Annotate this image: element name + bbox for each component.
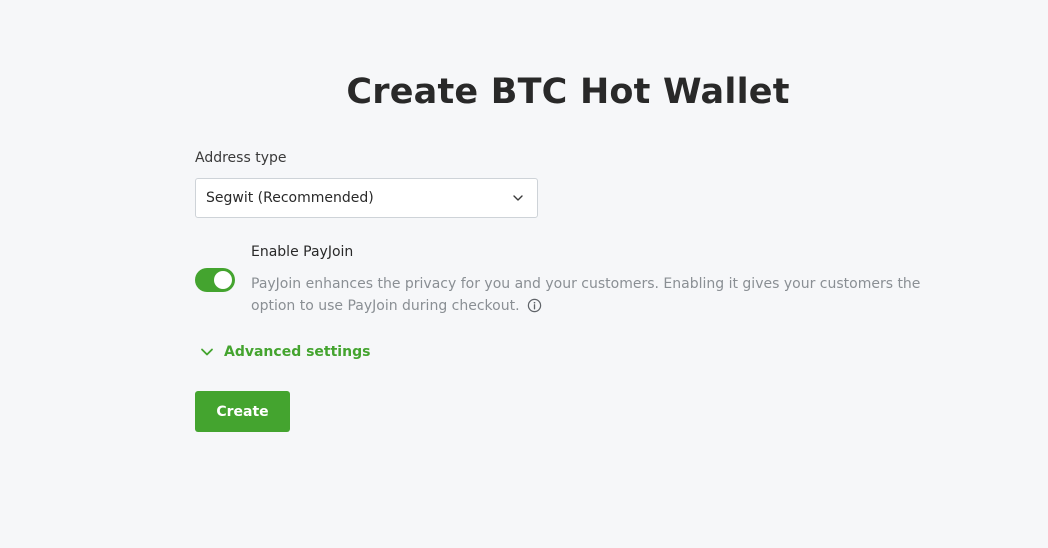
payjoin-label: Enable PayJoin xyxy=(251,244,354,260)
chevron-down-icon xyxy=(201,348,213,356)
payjoin-description-text: PayJoin enhances the privacy for you and… xyxy=(251,276,921,314)
address-type-label: Address type xyxy=(195,150,287,166)
address-type-select[interactable]: Segwit (Recommended) xyxy=(195,178,538,218)
page-title: Create BTC Hot Wallet xyxy=(346,72,790,112)
chevron-down-icon xyxy=(513,195,523,201)
payjoin-description: PayJoin enhances the privacy for you and… xyxy=(251,273,951,317)
create-wallet-page: Create BTC Hot Wallet Address type Segwi… xyxy=(0,0,1048,548)
advanced-settings-toggle[interactable]: Advanced settings xyxy=(200,344,370,360)
info-icon[interactable] xyxy=(527,298,542,313)
payjoin-toggle[interactable] xyxy=(195,268,235,292)
create-button[interactable]: Create xyxy=(195,391,290,432)
toggle-knob xyxy=(214,271,232,289)
advanced-settings-label: Advanced settings xyxy=(224,344,371,360)
address-type-selected-value: Segwit (Recommended) xyxy=(206,190,374,206)
